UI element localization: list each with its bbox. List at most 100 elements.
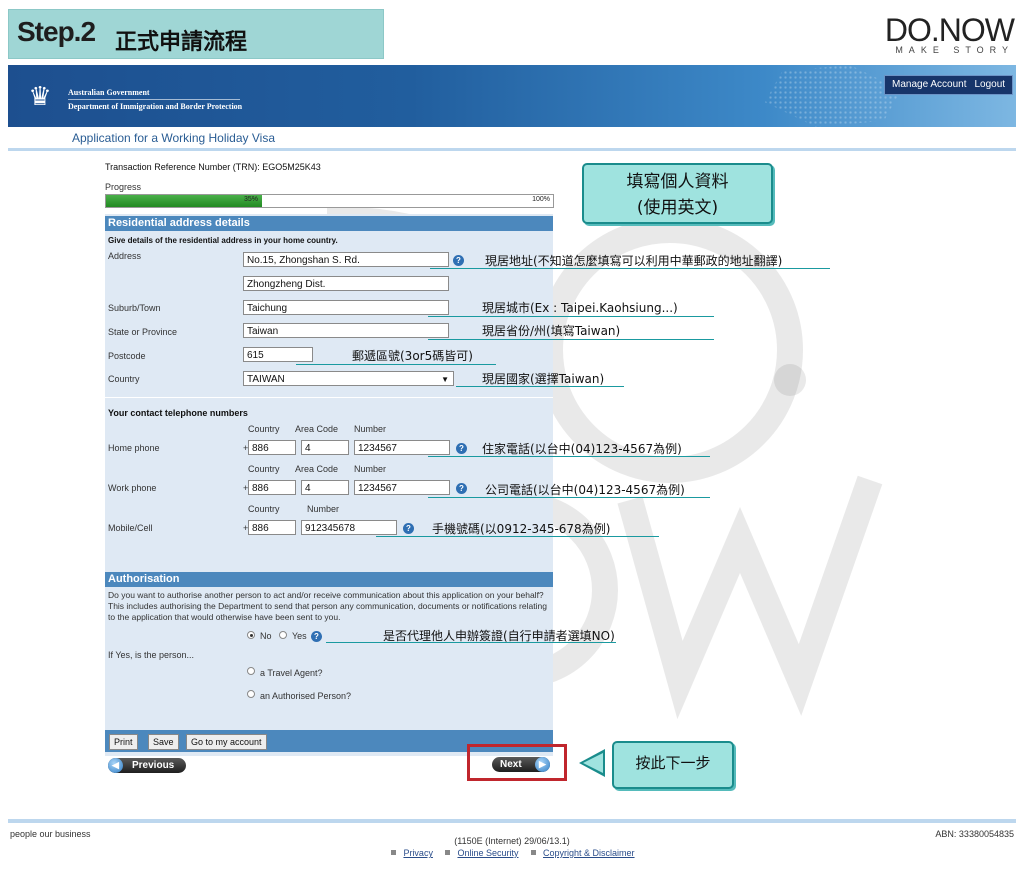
radio-yes[interactable] <box>279 631 287 639</box>
col-country: Country <box>248 504 280 514</box>
callout-line2: (使用英文) <box>636 198 719 218</box>
page-title: Application for a Working Holiday Visa <box>72 131 275 145</box>
postcode-input[interactable]: 615 <box>243 347 313 362</box>
brand-tagline: MAKE STORY <box>895 45 1014 55</box>
gov-header: ♛ Australian Government Department of Im… <box>8 65 1016 127</box>
note-underline <box>456 386 624 387</box>
section-divider <box>105 397 553 398</box>
coat-of-arms-icon: ♛ <box>28 81 52 111</box>
address-line2-input[interactable]: Zhongzheng Dist. <box>243 276 449 291</box>
logout-link[interactable]: Logout <box>975 79 1006 90</box>
chevron-left-icon: ◀ <box>108 758 123 773</box>
col-country: Country <box>248 424 280 434</box>
state-label: State or Province <box>108 327 178 337</box>
online-security-link[interactable]: Online Security <box>457 848 518 858</box>
col-number: Number <box>354 424 387 434</box>
mobile-country-input[interactable]: 886 <box>248 520 296 535</box>
postcode-label: Postcode <box>108 351 146 361</box>
step-banner: Step.2 正式申請流程 <box>8 9 384 59</box>
home-area-input[interactable]: 4 <box>301 440 349 455</box>
callout-line1: 填寫個人資料 <box>626 172 729 192</box>
col-number: Number <box>307 504 340 514</box>
country-select[interactable]: TAIWAN ▼ <box>243 371 454 386</box>
col-country: Country <box>248 464 280 474</box>
col-area: Area Code <box>295 424 339 434</box>
footer-links: Privacy Online Security Copyright & Disc… <box>0 848 1024 858</box>
col-area: Area Code <box>295 464 339 474</box>
note-city: 現居城市(Ex : Taipei.Kaohsiung...) <box>482 301 678 315</box>
section-residential-header: Residential address details <box>105 216 553 231</box>
radio-travel-agent[interactable] <box>247 667 255 675</box>
note-home-phone: 住家電話(以台中(04)123-4567為例) <box>482 442 682 456</box>
suburb-label: Suburb/Town <box>108 303 161 313</box>
department-name: Department of Immigration and Border Pro… <box>68 102 243 111</box>
gov-divider <box>68 99 240 100</box>
save-button[interactable]: Save <box>148 734 179 750</box>
arrow-left-icon-fill <box>583 753 603 773</box>
contact-title: Your contact telephone numbers <box>108 408 248 418</box>
brand-name: DO.NOW <box>884 12 1015 48</box>
note-underline <box>376 536 659 537</box>
note-underline <box>428 497 710 498</box>
help-icon[interactable]: ? <box>403 523 414 534</box>
manage-account-link[interactable]: Manage Account <box>892 79 967 90</box>
note-underline <box>428 456 710 457</box>
country-label: Country <box>108 374 140 384</box>
section-authorisation-header: Authorisation <box>105 572 553 587</box>
section-residential-desc: Give details of the residential address … <box>108 236 338 245</box>
progress-value: 35% <box>244 196 259 203</box>
authorised-person-label: an Authorised Person? <box>260 691 352 701</box>
mobile-number-input[interactable]: 912345678 <box>301 520 397 535</box>
authorisation-question: Do you want to authorise another person … <box>108 590 547 622</box>
help-icon[interactable]: ? <box>456 443 467 454</box>
note-state: 現居省份/州(填寫Taiwan) <box>482 324 621 338</box>
note-postcode: 郵遞區號(3or5碼皆可) <box>352 349 473 363</box>
bullet-icon <box>531 850 537 855</box>
note-work-phone: 公司電話(以台中(04)123-4567為例) <box>485 483 685 497</box>
help-icon[interactable]: ? <box>456 483 467 494</box>
copyright-link[interactable]: Copyright & Disclaimer <box>543 848 635 858</box>
work-number-input[interactable]: 1234567 <box>354 480 450 495</box>
note-underline <box>430 268 830 269</box>
footer-version: (1150E (Internet) 29/06/13.1) <box>454 836 570 846</box>
country-value: TAIWAN <box>247 374 285 385</box>
go-to-account-button[interactable]: Go to my account <box>186 734 267 750</box>
privacy-link[interactable]: Privacy <box>403 848 433 858</box>
suburb-input[interactable]: Taichung <box>243 300 449 315</box>
bullet-icon <box>445 850 451 855</box>
progress-max: 100% <box>532 196 550 203</box>
radio-authorised-person[interactable] <box>247 690 255 698</box>
work-country-input[interactable]: 886 <box>248 480 296 495</box>
address-label: Address <box>108 251 142 261</box>
col-number: Number <box>354 464 387 474</box>
progress-bar: 35% 100% <box>105 194 554 208</box>
note-address: 現居地址(不知道怎麼填寫可以利用中華郵政的地址翻譯) <box>485 254 783 268</box>
note-underline <box>428 339 714 340</box>
radio-yes-label: Yes <box>292 631 307 641</box>
if-yes-label: If Yes, is the person... <box>108 650 195 660</box>
previous-label: Previous <box>132 760 175 771</box>
previous-button[interactable]: ◀ Previous <box>108 758 186 773</box>
title-divider <box>8 148 1016 151</box>
home-number-input[interactable]: 1234567 <box>354 440 450 455</box>
travel-agent-label: a Travel Agent? <box>260 668 323 678</box>
trn-text: Transaction Reference Number (TRN): EGO5… <box>105 162 321 172</box>
help-icon[interactable]: ? <box>311 631 322 642</box>
work-area-input[interactable]: 4 <box>301 480 349 495</box>
work-phone-label: Work phone <box>108 483 157 493</box>
account-menu: Manage Account Logout <box>884 75 1014 95</box>
callout-next: 按此下一步 <box>612 741 734 789</box>
home-country-input[interactable]: 886 <box>248 440 296 455</box>
help-icon[interactable]: ? <box>453 255 464 266</box>
print-button[interactable]: Print <box>109 734 138 750</box>
step-badge: Step.2 <box>17 16 96 47</box>
note-underline <box>326 642 616 643</box>
state-input[interactable]: Taiwan <box>243 323 449 338</box>
next-highlight-box <box>467 744 567 781</box>
bullet-icon <box>391 850 397 855</box>
brand-logo: DO.NOW MAKE STORY <box>884 12 1015 55</box>
progress-fill <box>106 195 263 207</box>
footer-divider <box>8 819 1016 823</box>
address-line1-input[interactable]: No.15, Zhongshan S. Rd. <box>243 252 449 267</box>
radio-no[interactable] <box>247 631 255 639</box>
